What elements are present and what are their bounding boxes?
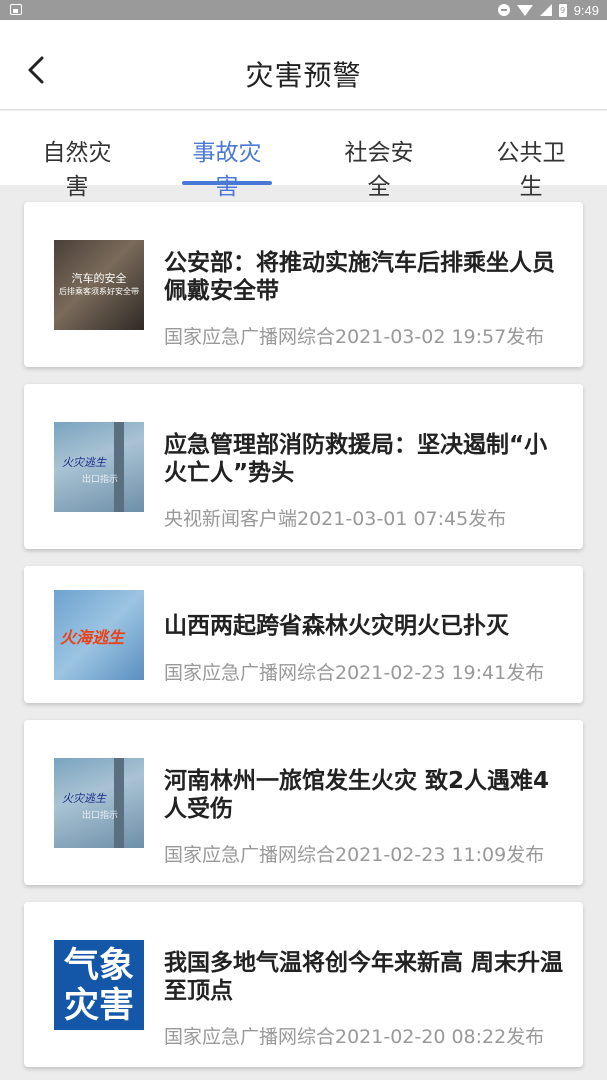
article-meta: 国家应急广播网综合2021-02-23 19:41发布 — [164, 662, 545, 684]
tab-label: 公共卫生 — [496, 140, 566, 200]
page-title: 灾害预警 — [245, 59, 362, 92]
tab-social-security[interactable]: 社会安全 — [334, 133, 424, 200]
article-meta: 国家应急广播网综合2021-02-23 11:09发布 — [164, 844, 545, 866]
article-meta: 央视新闻客户端2021-03-01 07:45发布 — [164, 508, 507, 530]
thumbnail-caption: 火灾逃生 — [62, 792, 106, 805]
wifi-icon — [516, 4, 533, 16]
article-title: 我国多地气温将创今年来新高 周末升温至顶点 — [164, 950, 564, 1004]
thumbnail-subcaption: 后排乘客须系好安全带 — [59, 287, 139, 296]
thumbnail-caption: 汽车的安全 — [71, 272, 127, 285]
tab-public-health[interactable]: 公共卫生 — [486, 133, 576, 200]
article-meta: 国家应急广播网综合2021-03-02 19:57发布 — [164, 326, 545, 348]
article-title: 公安部：将推动实施汽车后排乘坐人员佩戴安全带 — [164, 250, 555, 304]
tab-label: 社会安全 — [344, 140, 414, 200]
article-title: 山西两起跨省森林火灾明火已扑灭 — [164, 613, 509, 639]
status-time: 9:49 — [573, 2, 599, 18]
thumbnail-pole — [114, 758, 124, 848]
notification-image-icon — [10, 4, 22, 15]
article-card[interactable]: 火海逃生 山西两起跨省森林火灾明火已扑灭 国家应急广播网综合2021-02-23… — [24, 566, 583, 703]
tab-label: 自然灾害 — [42, 140, 112, 200]
status-bar: 9 9:49 — [0, 0, 607, 20]
thumbnail-caption: 灾害 — [63, 986, 134, 1026]
article-title: 河南林州一旅馆发生火灾 致2人遇难4人受伤 — [164, 768, 550, 822]
tab-accident-disaster[interactable]: 事故灾害 — [182, 133, 272, 200]
article-title: 应急管理部消防救援局：坚决遏制“小火亡人”势头 — [164, 432, 548, 486]
thumbnail-caption: 气象 — [63, 946, 134, 986]
article-card[interactable]: 汽车的安全 后排乘客须系好安全带 公安部：将推动实施汽车后排乘坐人员佩戴安全带 … — [24, 202, 583, 367]
article-meta: 国家应急广播网综合2021-02-20 08:22发布 — [164, 1026, 545, 1048]
thumbnail-pole — [114, 422, 124, 512]
signal-icon — [539, 4, 552, 16]
active-tab-indicator — [182, 181, 272, 185]
tab-natural-disaster[interactable]: 自然灾害 — [32, 133, 122, 200]
do-not-disturb-icon — [497, 4, 510, 16]
article-thumbnail: 火灾逃生 出口指示 — [54, 422, 144, 512]
article-thumbnail: 气象 灾害 — [54, 940, 144, 1030]
tab-label: 事故灾害 — [192, 140, 262, 200]
battery-icon: 9 — [558, 3, 567, 17]
article-thumbnail: 火海逃生 — [54, 590, 144, 680]
thumbnail-caption: 火海逃生 — [60, 628, 125, 647]
category-tabs: 自然灾害 事故灾害 社会安全 公共卫生 — [0, 111, 607, 200]
article-thumbnail: 火灾逃生 出口指示 — [54, 758, 144, 848]
article-thumbnail: 汽车的安全 后排乘客须系好安全带 — [54, 240, 144, 330]
thumbnail-subcaption: 出口指示 — [82, 811, 119, 821]
article-card[interactable]: 气象 灾害 我国多地气温将创今年来新高 周末升温至顶点 国家应急广播网综合202… — [24, 902, 583, 1067]
thumbnail-subcaption: 出口指示 — [82, 475, 119, 485]
article-card[interactable]: 火灾逃生 出口指示 应急管理部消防救援局：坚决遏制“小火亡人”势头 央视新闻客户… — [24, 384, 583, 549]
article-card[interactable]: 火灾逃生 出口指示 河南林州一旅馆发生火灾 致2人遇难4人受伤 国家应急广播网综… — [24, 720, 583, 885]
thumbnail-caption: 火灾逃生 — [62, 456, 106, 469]
status-icons: 9 9:49 — [497, 2, 599, 18]
app-header: 灾害预警 — [0, 20, 607, 110]
